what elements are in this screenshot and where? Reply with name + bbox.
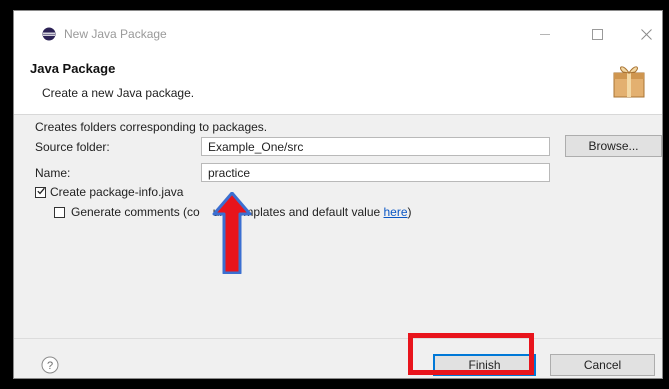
up-arrow-annotation: [212, 192, 252, 274]
page-description: Create a new Java package.: [42, 86, 195, 100]
page-title: Java Package: [30, 61, 116, 76]
minimize-button[interactable]: [525, 21, 565, 47]
name-label: Name:: [35, 166, 71, 180]
source-folder-label: Source folder:: [35, 140, 110, 154]
help-icon[interactable]: ?: [41, 356, 59, 374]
create-package-info-checkbox[interactable]: [35, 187, 46, 198]
create-package-info-label: Create package-info.java: [50, 185, 184, 199]
package-icon: [613, 66, 645, 98]
intro-text: Creates folders corresponding to package…: [35, 120, 268, 134]
name-value: practice: [208, 166, 251, 180]
generate-comments-label-prefix: Generate comments (co: [71, 205, 200, 219]
templates-here-link[interactable]: here: [384, 205, 408, 219]
header-divider: [14, 114, 662, 115]
window-title: New Java Package: [64, 27, 167, 41]
footer-divider: [14, 338, 662, 339]
minimize-icon: [540, 33, 550, 35]
browse-button[interactable]: Browse...: [565, 135, 662, 157]
source-folder-input[interactable]: Example_One/src: [201, 137, 550, 156]
maximize-button[interactable]: [577, 21, 617, 47]
finish-highlight-box: [408, 333, 534, 375]
new-java-package-dialog: New Java Package Java Package Create a n…: [13, 10, 663, 379]
svg-text:?: ?: [47, 360, 53, 372]
title-bar: New Java Package: [14, 11, 662, 51]
wizard-header: Java Package Create a new Java package.: [14, 51, 662, 114]
checkmark-icon: [37, 187, 45, 195]
maximize-icon: [591, 28, 603, 40]
source-folder-value: Example_One/src: [208, 140, 304, 154]
generate-comments-checkbox[interactable]: [54, 207, 65, 218]
eclipse-icon: [42, 27, 56, 41]
close-button[interactable]: [626, 21, 662, 47]
close-icon: [640, 28, 652, 40]
generate-comments-label-suffix: ): [407, 205, 412, 219]
cancel-button[interactable]: Cancel: [550, 354, 655, 376]
name-input[interactable]: practice: [201, 163, 550, 182]
